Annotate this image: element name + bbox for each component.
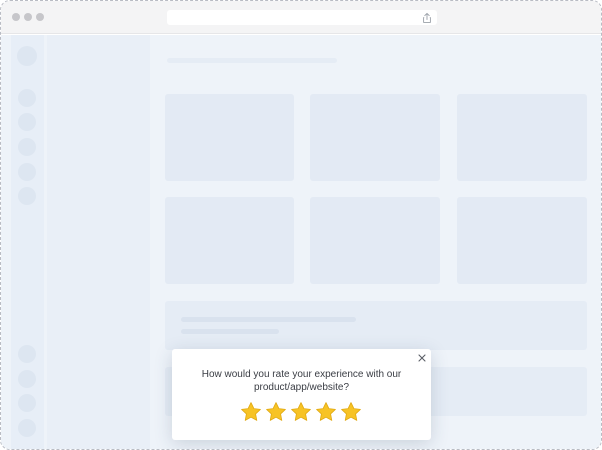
window-minimize-dot[interactable] bbox=[24, 13, 32, 21]
star-3-icon[interactable] bbox=[290, 401, 312, 423]
star-rating bbox=[240, 401, 364, 423]
rail-item-placeholder bbox=[18, 345, 36, 363]
rail-item-placeholder bbox=[18, 187, 36, 205]
sidebar-placeholder bbox=[47, 35, 150, 449]
text-line-placeholder bbox=[181, 329, 279, 334]
rail-item-placeholder bbox=[18, 89, 36, 107]
rail-item-placeholder bbox=[18, 394, 36, 412]
rating-question-line-2: product/app/website? bbox=[253, 382, 350, 393]
icon-rail bbox=[11, 35, 44, 449]
rail-avatar-placeholder bbox=[17, 46, 37, 66]
text-line-placeholder bbox=[181, 317, 356, 322]
rail-item-placeholder bbox=[18, 113, 36, 131]
card-placeholder bbox=[457, 94, 587, 181]
card-placeholder bbox=[457, 197, 587, 284]
list-row-placeholder bbox=[165, 301, 587, 350]
rating-question: How would you rate your experience with … bbox=[192, 368, 411, 394]
star-5-icon[interactable] bbox=[340, 401, 362, 423]
title-placeholder bbox=[167, 58, 337, 63]
browser-chrome bbox=[1, 1, 601, 34]
window-close-dot[interactable] bbox=[12, 13, 20, 21]
star-1-icon[interactable] bbox=[240, 401, 262, 423]
card-placeholder bbox=[165, 197, 294, 284]
rail-item-placeholder bbox=[18, 370, 36, 388]
browser-window: How would you rate your experience with … bbox=[0, 0, 602, 450]
window-maximize-dot[interactable] bbox=[36, 13, 44, 21]
share-icon[interactable] bbox=[421, 11, 433, 23]
star-2-icon[interactable] bbox=[265, 401, 287, 423]
rail-item-placeholder bbox=[18, 163, 36, 181]
rail-item-placeholder bbox=[18, 138, 36, 156]
card-placeholder bbox=[310, 94, 440, 181]
card-placeholder bbox=[310, 197, 440, 284]
star-4-icon[interactable] bbox=[315, 401, 337, 423]
rail-item-placeholder bbox=[18, 419, 36, 437]
address-bar[interactable] bbox=[167, 10, 437, 25]
card-placeholder bbox=[165, 94, 294, 181]
close-icon[interactable] bbox=[417, 353, 427, 363]
rating-question-line-1: How would you rate your experience with … bbox=[201, 369, 402, 380]
rating-popup: How would you rate your experience with … bbox=[172, 349, 431, 440]
